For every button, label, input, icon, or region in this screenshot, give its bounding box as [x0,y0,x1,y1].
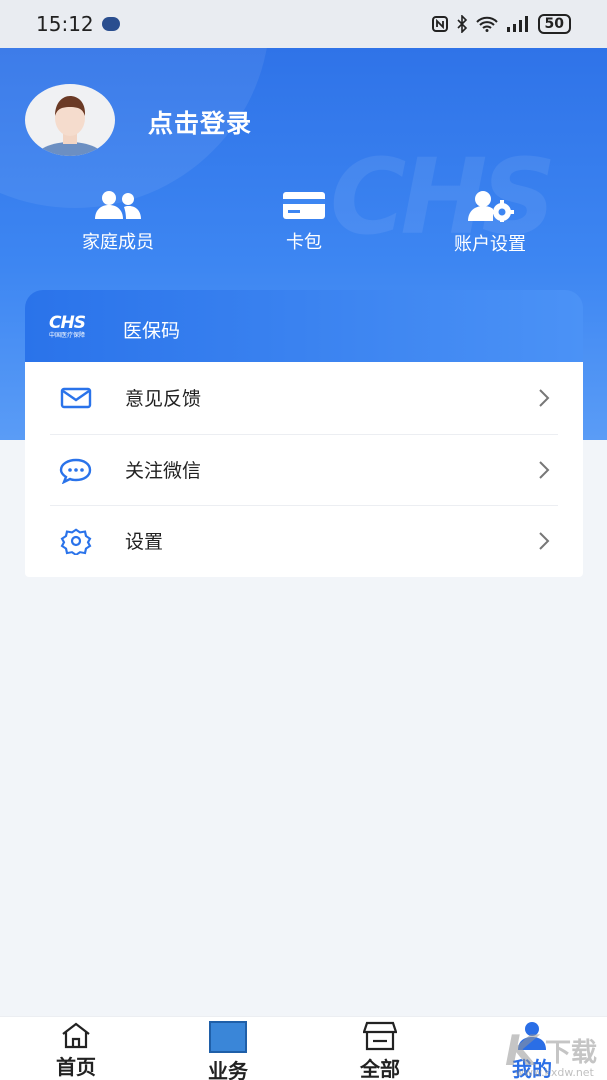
account-settings-button[interactable]: 账户设置 [410,190,570,256]
card-wallet-button[interactable]: 卡包 [224,190,384,254]
chevron-right-icon [539,532,550,550]
family-members-button[interactable]: 家庭成员 [38,190,198,254]
gear-icon [60,528,92,555]
chat-bubble-icon [59,458,92,484]
menu-item-label: 设置 [125,531,164,554]
app-notification-icon [101,17,120,31]
menu-item-label: 意见反馈 [125,388,202,411]
account-settings-label: 账户设置 [454,234,526,255]
tab-label: 全部 [360,1057,400,1080]
business-icon [209,1021,247,1053]
menu-item-follow-wechat[interactable]: 关注微信 [25,433,583,506]
menu-item-settings[interactable]: 设置 [25,505,583,577]
tab-all[interactable]: 全部 [325,1021,435,1080]
card-wallet-label: 卡包 [286,232,322,253]
tab-label: 业务 [208,1059,248,1080]
tab-home[interactable]: 首页 [21,1021,131,1080]
chevron-right-icon [539,389,550,407]
chevron-right-icon [539,460,550,479]
family-members-label: 家庭成员 [82,232,154,253]
family-members-icon [95,191,141,219]
medical-insurance-code-title: 医保码 [123,320,181,342]
signal-icon [506,16,528,32]
tab-label: 首页 [56,1055,96,1079]
battery-icon: 50 [537,14,571,34]
site-watermark: K 下载 www.kxdw.net [505,1026,598,1079]
mail-icon [60,387,92,409]
menu-list: 意见反馈 关注微信 设置 [25,362,583,577]
menu-item-label: 关注微信 [125,459,202,482]
menu-item-feedback[interactable]: 意见反馈 [25,362,583,434]
avatar[interactable] [25,84,115,156]
status-time: 15:12 [36,12,94,36]
nfc-icon [431,16,448,32]
login-prompt[interactable]: 点击登录 [148,104,252,140]
store-icon [363,1021,397,1051]
status-bar: 15:12 50 [0,0,607,48]
chs-logo: CHS 中国医疗保障 [49,313,86,339]
account-settings-icon [468,191,514,222]
home-icon [62,1022,90,1049]
wifi-icon [475,16,498,32]
card-wallet-icon [283,192,325,219]
default-avatar-icon [36,96,104,156]
bluetooth-icon [456,15,467,33]
tab-business[interactable]: 业务 [173,1021,283,1080]
